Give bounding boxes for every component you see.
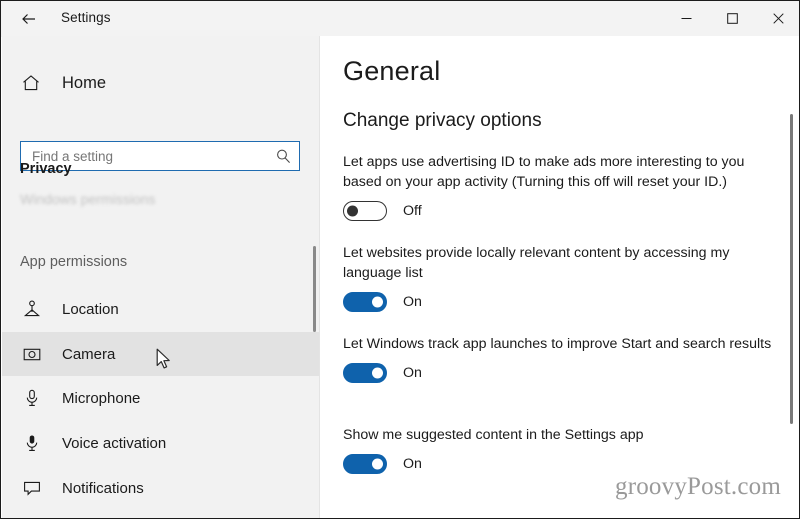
location-icon	[20, 297, 44, 321]
sidebar: Home Privacy Windows permissions App per…	[2, 36, 319, 518]
title-bar: Settings	[1, 1, 799, 37]
setting-language-list: Let websites provide locally relevant co…	[343, 243, 775, 312]
sidebar-category-heading: Privacy	[20, 161, 72, 177]
sidebar-item-microphone-label: Microphone	[62, 389, 141, 407]
sidebar-item-voice-activation[interactable]: Voice activation	[2, 421, 319, 465]
setting-advertising-id: Let apps use advertising ID to make ads …	[343, 152, 775, 221]
sidebar-item-home[interactable]: Home	[2, 63, 319, 103]
close-button[interactable]	[755, 1, 799, 35]
settings-window: Settings Home Find a setting Privacy Win…	[0, 0, 800, 519]
setting-suggested-content: Show me suggested content in the Setting…	[343, 425, 775, 474]
sidebar-group-app-permissions: App permissions	[20, 254, 128, 270]
toggle-state-label: Off	[403, 203, 422, 219]
window-title: Settings	[61, 10, 111, 25]
home-icon	[20, 72, 42, 94]
toggle-track-app-launches[interactable]	[343, 363, 387, 383]
content-pane: General Change privacy options Let apps …	[320, 36, 799, 518]
setting-label: Let websites provide locally relevant co…	[343, 245, 730, 281]
sidebar-item-camera[interactable]: Camera	[2, 332, 319, 376]
voice-activation-icon	[20, 431, 44, 455]
toggle-advertising-id[interactable]	[343, 201, 387, 221]
minimize-button[interactable]	[663, 1, 709, 35]
close-icon	[772, 12, 784, 24]
toggle-row: On	[343, 292, 775, 312]
setting-label: Let Windows track app launches to improv…	[343, 336, 772, 352]
window-controls	[663, 1, 799, 35]
sidebar-item-notifications-label: Notifications	[62, 479, 144, 497]
setting-label: Show me suggested content in the Setting…	[343, 427, 644, 443]
notifications-icon	[20, 476, 44, 500]
toggle-knob	[347, 205, 358, 217]
maximize-button[interactable]	[709, 1, 755, 35]
sidebar-item-camera-label: Camera	[62, 345, 116, 363]
sidebar-item-voice-activation-label: Voice activation	[62, 434, 167, 452]
toggle-row: On	[343, 363, 775, 383]
toggle-suggested-content[interactable]	[343, 454, 387, 474]
toggle-knob	[372, 367, 383, 379]
maximize-icon	[726, 12, 738, 24]
search-icon[interactable]	[270, 143, 296, 169]
back-button[interactable]	[9, 3, 49, 34]
sidebar-item-location-label: Location	[62, 300, 119, 318]
toggle-state-label: On	[403, 456, 422, 472]
setting-track-app-launches: Let Windows track app launches to improv…	[343, 334, 775, 383]
sidebar-item-home-label: Home	[62, 73, 107, 92]
content-scrollbar[interactable]	[790, 114, 793, 424]
sidebar-item-notifications[interactable]: Notifications	[2, 466, 319, 510]
minimize-icon	[681, 13, 692, 24]
back-arrow-icon	[19, 9, 39, 29]
toggle-knob	[372, 458, 383, 470]
section-title: Change privacy options	[343, 110, 542, 131]
toggle-knob	[372, 296, 383, 308]
toggle-row: On	[343, 454, 775, 474]
microphone-icon	[20, 386, 44, 410]
page-title: General	[343, 56, 441, 86]
toggle-state-label: On	[403, 294, 422, 310]
sidebar-group-windows-permissions: Windows permissions	[20, 191, 156, 207]
sidebar-scrollbar[interactable]	[313, 246, 316, 332]
toggle-language-list[interactable]	[343, 292, 387, 312]
sidebar-item-location[interactable]: Location	[2, 287, 319, 331]
toggle-state-label: On	[403, 365, 422, 381]
toggle-row: Off	[343, 201, 775, 221]
setting-label: Let apps use advertising ID to make ads …	[343, 154, 745, 190]
sidebar-item-microphone[interactable]: Microphone	[2, 376, 319, 420]
camera-icon	[20, 342, 44, 366]
watermark: groovyPost.com	[615, 473, 781, 500]
